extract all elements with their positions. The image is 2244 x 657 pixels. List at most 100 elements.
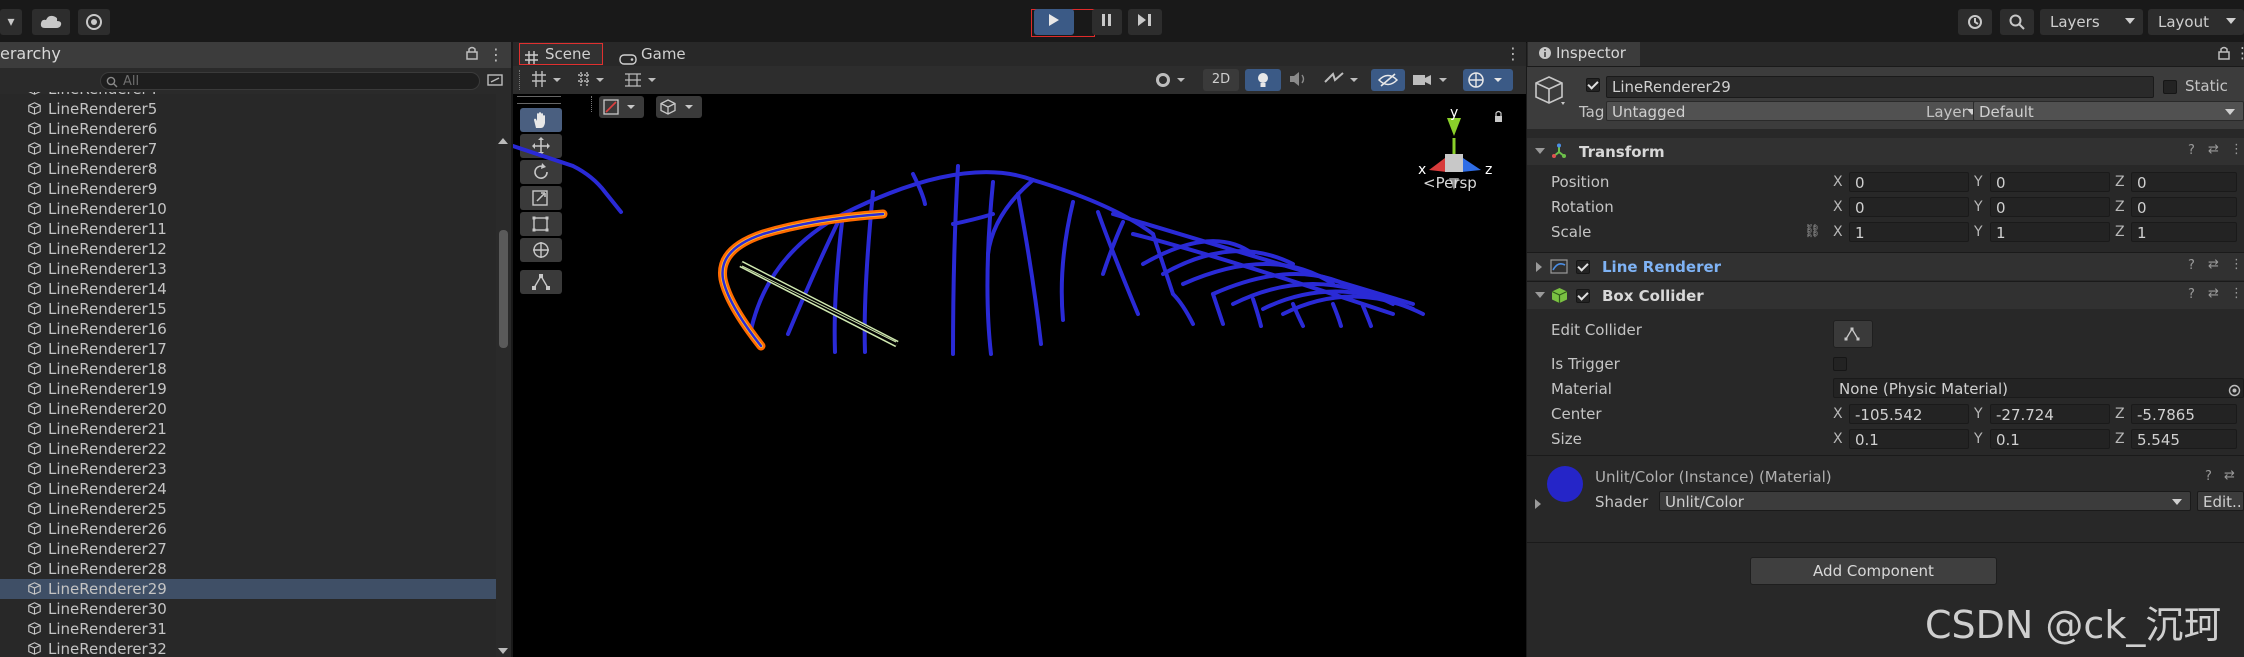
hierarchy-item[interactable]: LineRenderer6 <box>0 119 496 139</box>
hierarchy-item[interactable]: LineRenderer26 <box>0 519 496 539</box>
presets-icon[interactable]: ⇄ <box>2208 257 2219 272</box>
increment-snap-icon[interactable] <box>575 70 621 94</box>
hierarchy-item[interactable]: LineRenderer28 <box>0 559 496 579</box>
line-renderer-header[interactable]: Line Renderer ? ⇄ ⋮ <box>1527 253 2244 280</box>
hierarchy-item[interactable]: LineRenderer27 <box>0 539 496 559</box>
help-icon[interactable]: ? <box>2205 469 2212 484</box>
presets-icon[interactable]: ⇄ <box>2224 468 2235 483</box>
hierarchy-item[interactable]: LineRenderer30 <box>0 599 496 619</box>
more-options-icon[interactable]: ⋮ <box>2230 142 2243 157</box>
rotation-z-field[interactable]: 0 <box>2131 197 2237 217</box>
help-icon[interactable]: ? <box>2188 287 2195 302</box>
hierarchy-item[interactable]: LineRenderer7 <box>0 139 496 159</box>
hierarchy-item[interactable]: LineRenderer10 <box>0 199 496 219</box>
hierarchy-item[interactable]: LineRenderer4 <box>0 92 496 99</box>
hierarchy-item[interactable]: LineRenderer23 <box>0 459 496 479</box>
center-y-field[interactable]: -27.724 <box>1990 404 2110 424</box>
size-x-field[interactable]: 0.1 <box>1849 429 1969 449</box>
position-z-field[interactable]: 0 <box>2131 172 2237 192</box>
hierarchy-item[interactable]: LineRenderer11 <box>0 219 496 239</box>
lock-icon[interactable] <box>2218 46 2230 64</box>
hierarchy-tab[interactable]: erarchy <box>0 44 61 63</box>
size-y-field[interactable]: 0.1 <box>1990 429 2110 449</box>
collab-icon[interactable] <box>78 9 110 35</box>
camera-icon[interactable] <box>1411 70 1455 94</box>
layers-dropdown[interactable]: Layers <box>2040 9 2143 35</box>
audio-icon[interactable] <box>1288 71 1308 91</box>
more-options-icon[interactable]: ⋮ <box>2235 44 2244 62</box>
line-renderer-enabled-checkbox[interactable] <box>1576 260 1590 274</box>
hierarchy-item[interactable]: LineRenderer20 <box>0 399 496 419</box>
center-z-field[interactable]: -5.7865 <box>2131 404 2237 424</box>
grid-visibility-icon[interactable] <box>623 70 663 94</box>
layer-dropdown[interactable]: Default <box>1973 101 2244 121</box>
hierarchy-item[interactable]: LineRenderer12 <box>0 239 496 259</box>
hierarchy-item[interactable]: LineRenderer13 <box>0 259 496 279</box>
shader-dropdown[interactable]: Unlit/Color <box>1659 491 2191 511</box>
scale-z-field[interactable]: 1 <box>2131 222 2237 242</box>
more-options-icon[interactable]: ⋮ <box>2230 257 2243 272</box>
help-icon[interactable]: ? <box>2188 258 2195 273</box>
constrain-proportions-icon[interactable]: ⛓ <box>1804 224 1821 239</box>
lock-icon[interactable] <box>466 46 478 64</box>
account-dropdown[interactable]: ▾ <box>0 9 22 35</box>
edit-collider-button[interactable] <box>1833 320 1873 348</box>
box-collider-enabled-checkbox[interactable] <box>1576 289 1590 303</box>
static-checkbox[interactable] <box>2163 80 2177 94</box>
gizmos-toggle[interactable] <box>1463 69 1513 91</box>
hierarchy-item[interactable]: LineRenderer16 <box>0 319 496 339</box>
scale-x-field[interactable]: 1 <box>1849 222 1969 242</box>
scene-viewport[interactable]: y x z <Persp <box>513 94 1526 657</box>
step-button[interactable] <box>1128 9 1162 35</box>
scrollbar-thumb[interactable] <box>499 230 508 348</box>
scale-y-field[interactable]: 1 <box>1990 222 2110 242</box>
gameobject-cube-icon[interactable] <box>1535 75 1567 111</box>
position-x-field[interactable]: 0 <box>1849 172 1969 192</box>
draw-mode-icon[interactable] <box>1153 70 1197 94</box>
pause-button[interactable] <box>1092 9 1122 35</box>
hierarchy-item[interactable]: LineRenderer17 <box>0 339 496 359</box>
box-collider-header[interactable]: Box Collider ? ⇄ ⋮ <box>1527 282 2244 309</box>
grid-snap-icon[interactable] <box>529 70 569 94</box>
effects-icon[interactable] <box>1323 70 1367 94</box>
object-picker-icon[interactable] <box>2228 382 2241 397</box>
scene-visibility-toggle[interactable] <box>1371 69 1405 91</box>
2d-toggle[interactable]: 2D <box>1203 69 1239 91</box>
material-preview-swatch[interactable] <box>1547 466 1583 502</box>
tab-inspector[interactable]: Inspector <box>1528 42 1640 66</box>
hierarchy-item[interactable]: LineRenderer8 <box>0 159 496 179</box>
more-options-icon[interactable]: ⋮ <box>1505 44 1521 63</box>
hierarchy-item[interactable]: LineRenderer19 <box>0 379 496 399</box>
hierarchy-item[interactable]: LineRenderer24 <box>0 479 496 499</box>
is-trigger-checkbox[interactable] <box>1833 357 1847 371</box>
rotation-x-field[interactable]: 0 <box>1849 197 1969 217</box>
position-y-field[interactable]: 0 <box>1990 172 2110 192</box>
center-x-field[interactable]: -105.542 <box>1849 404 1969 424</box>
hierarchy-item[interactable]: LineRenderer18 <box>0 359 496 379</box>
object-name-input[interactable]: LineRenderer29 <box>1606 76 2154 98</box>
physic-material-field[interactable]: None (Physic Material) <box>1833 378 2244 398</box>
layout-dropdown[interactable]: Layout <box>2148 9 2244 35</box>
tab-scene[interactable]: Scene <box>521 43 591 65</box>
hierarchy-item[interactable]: LineRenderer31 <box>0 619 496 639</box>
scene-visibility-icon[interactable] <box>487 73 503 91</box>
add-component-button[interactable]: Add Component <box>1750 557 1997 585</box>
cloud-icon[interactable] <box>32 9 70 35</box>
history-icon[interactable] <box>1958 9 1992 35</box>
more-options-icon[interactable]: ⋮ <box>488 45 504 64</box>
size-z-field[interactable]: 5.545 <box>2131 429 2237 449</box>
hierarchy-item[interactable]: LineRenderer32 <box>0 639 496 657</box>
hierarchy-search-input[interactable]: All <box>100 72 480 90</box>
hierarchy-item[interactable]: LineRenderer14 <box>0 279 496 299</box>
tab-game[interactable]: Game <box>617 43 686 65</box>
hierarchy-item[interactable]: LineRenderer29 <box>0 579 496 599</box>
hierarchy-item[interactable]: LineRenderer22 <box>0 439 496 459</box>
hierarchy-item[interactable]: LineRenderer15 <box>0 299 496 319</box>
presets-icon[interactable]: ⇄ <box>2208 286 2219 301</box>
presets-icon[interactable]: ⇄ <box>2208 142 2219 157</box>
rotation-y-field[interactable]: 0 <box>1990 197 2110 217</box>
help-icon[interactable]: ? <box>2188 143 2195 158</box>
hierarchy-item[interactable]: LineRenderer5 <box>0 99 496 119</box>
lighting-toggle[interactable] <box>1245 69 1281 91</box>
active-checkbox[interactable] <box>1586 78 1600 92</box>
